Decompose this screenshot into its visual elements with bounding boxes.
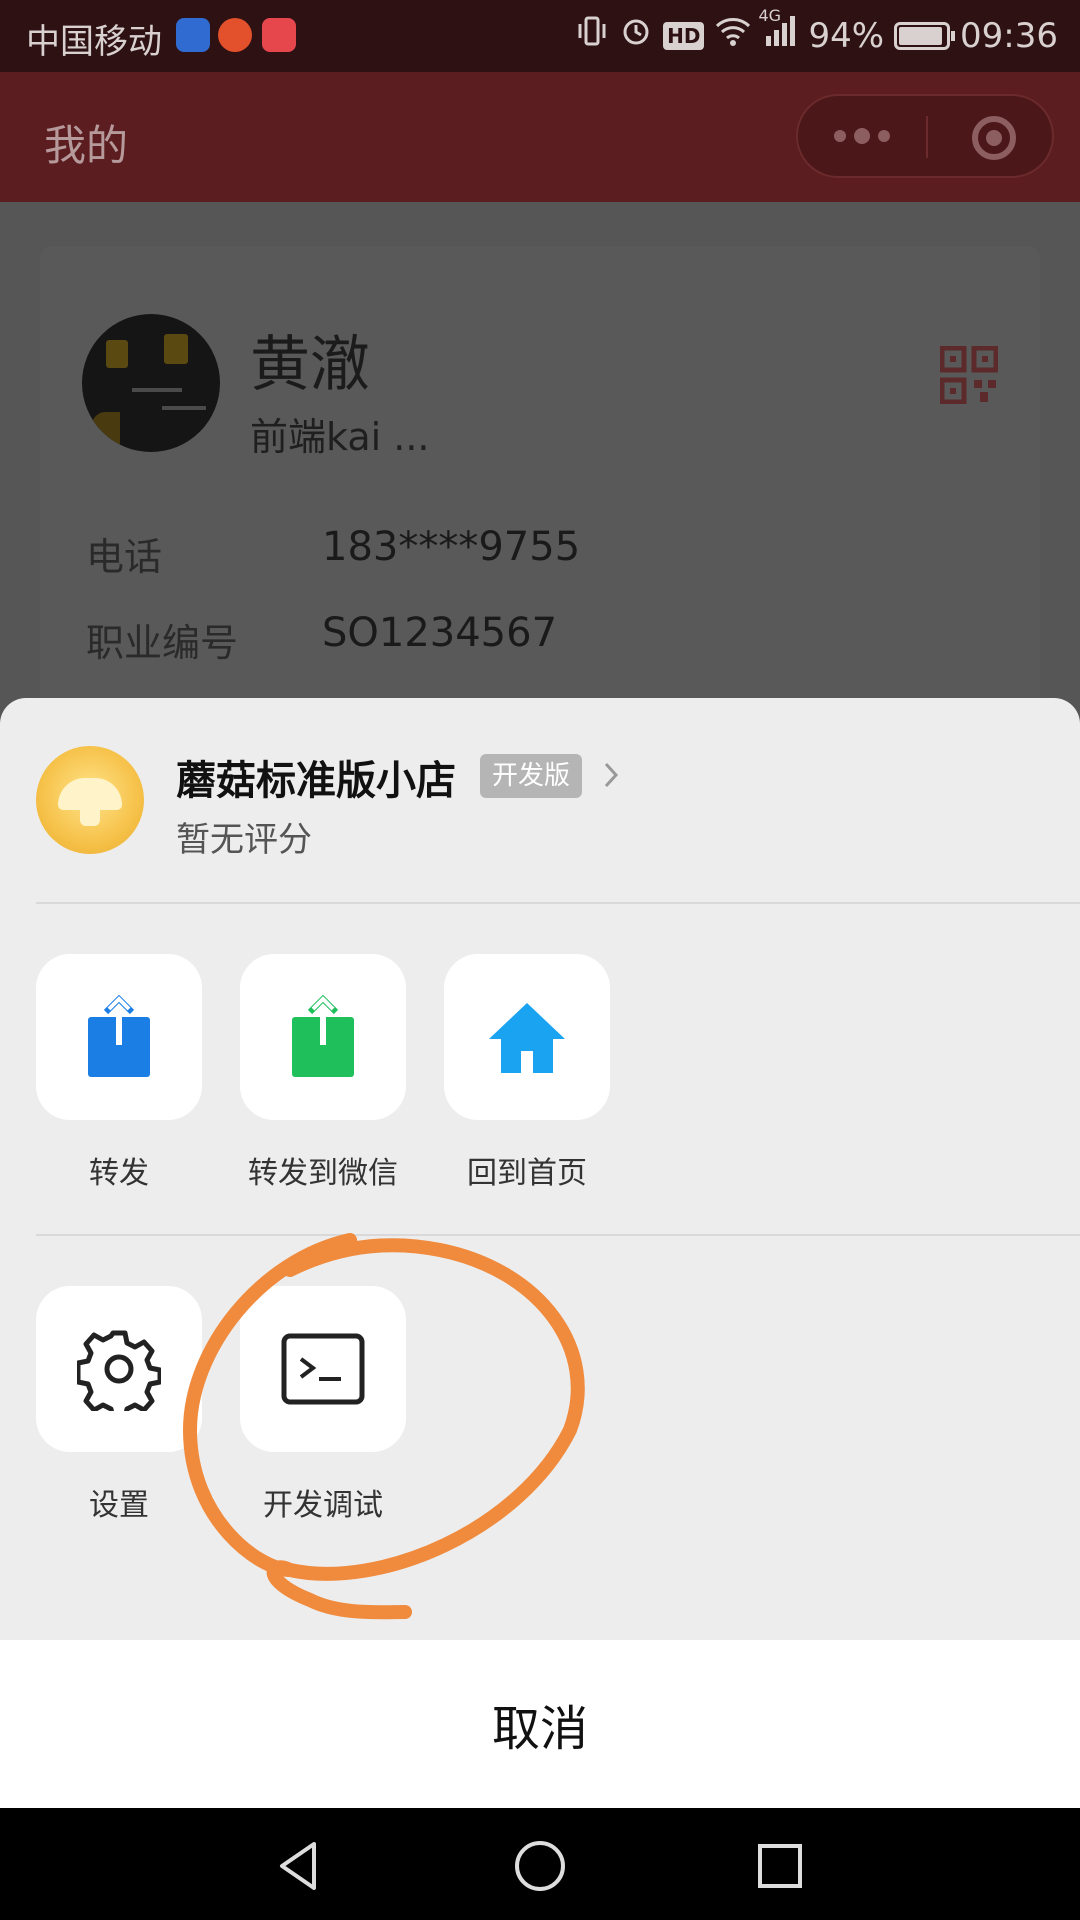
capsule-divider [926, 116, 928, 158]
status-indicators: HD 4G 94% 09:36 [575, 6, 1058, 57]
mini-program-capsule [796, 94, 1054, 178]
carrier-name: 中国移动 [26, 22, 162, 62]
avatar [82, 314, 220, 452]
title-bar: 我的 [0, 72, 1080, 202]
network-type: 4G [758, 6, 782, 25]
page-title: 我的 [44, 121, 129, 170]
share-wechat-icon [292, 995, 354, 1077]
status-bar: 中国移动 HD 4G 94% 09:36 [0, 0, 1080, 72]
mushroom-logo-icon [36, 746, 144, 854]
signal-icon: 4G [758, 6, 798, 57]
chevron-right-icon[interactable] [594, 758, 628, 792]
more-dot [834, 130, 846, 142]
battery-percent: 94% [808, 15, 885, 56]
home-nav-icon[interactable] [512, 1838, 568, 1894]
dice-app-icon [262, 18, 296, 52]
mushroom-stem [80, 808, 100, 826]
dev-version-badge: 开发版 [480, 754, 583, 798]
avatar-jersey [164, 334, 188, 364]
hd-icon: HD [663, 21, 705, 50]
avatar-text-line [162, 406, 206, 410]
home-label: 回到首页 [467, 1156, 587, 1191]
more-button[interactable] [798, 96, 926, 176]
share-wechat-button[interactable] [240, 954, 406, 1120]
vibrate-icon [575, 14, 609, 57]
settings-button[interactable] [36, 1286, 202, 1452]
battery-fill [899, 26, 943, 45]
paper-plane-app-icon [218, 18, 252, 52]
dev-debug-label: 开发调试 [263, 1488, 383, 1523]
system-nav-bar [0, 1808, 1080, 1920]
terminal-icon [281, 1333, 365, 1405]
job-number-value: SO1234567 [322, 610, 558, 656]
dev-debug-button[interactable] [240, 1286, 406, 1452]
recents-icon[interactable] [752, 1838, 808, 1894]
shield-app-icon [176, 18, 210, 52]
share-wechat-label: 转发到微信 [248, 1156, 398, 1191]
share-label: 转发 [89, 1156, 149, 1191]
clock: 09:36 [960, 15, 1058, 56]
profile-subtitle: 前端kai ... [250, 415, 430, 459]
back-icon[interactable] [272, 1838, 328, 1894]
wifi-icon [714, 14, 752, 57]
phone-value: 183****9755 [322, 524, 581, 570]
avatar-jersey [106, 340, 128, 368]
cancel-button[interactable]: 取消 [0, 1640, 1080, 1808]
sheet-divider [36, 1234, 1080, 1236]
app-name[interactable]: 蘑菇标准版小店 [176, 748, 456, 806]
settings-label: 设置 [89, 1488, 149, 1523]
sheet-divider [36, 902, 1080, 904]
home-button[interactable] [444, 954, 610, 1120]
avatar-ball [90, 412, 120, 450]
more-dot [854, 128, 870, 144]
profile-name: 黄澈 [250, 330, 370, 400]
phone-label: 电话 [86, 535, 163, 579]
alarm-icon [619, 14, 653, 57]
rating-text: 暂无评分 [176, 820, 312, 860]
home-icon [489, 1003, 565, 1073]
avatar-text-line [132, 388, 182, 392]
share-button[interactable] [36, 954, 202, 1120]
share-icon [88, 995, 150, 1077]
gear-icon [77, 1330, 161, 1411]
battery-icon [894, 21, 956, 50]
more-dot [878, 130, 890, 142]
close-mini-program-icon[interactable] [972, 116, 1016, 160]
mushroom-cap [58, 778, 122, 810]
qr-code-icon[interactable] [940, 346, 998, 404]
job-number-label: 职业编号 [86, 621, 239, 665]
